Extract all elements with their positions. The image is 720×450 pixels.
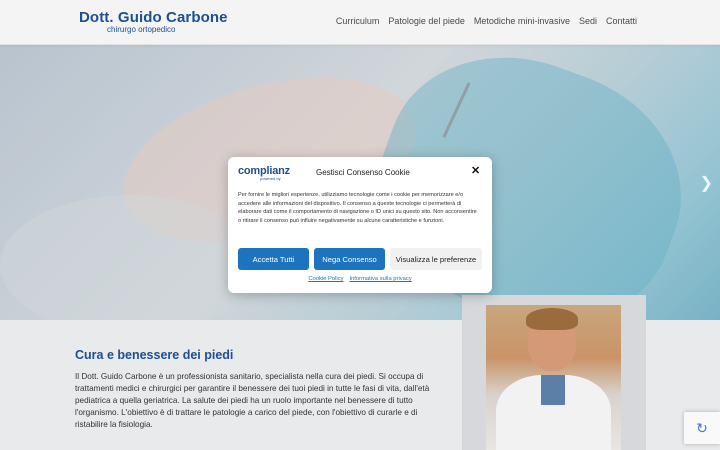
view-preferences-button[interactable]: Visualizza le preferenze bbox=[390, 248, 482, 270]
cookie-consent-modal: complianz powered by Gestisci Consenso C… bbox=[228, 157, 492, 293]
modal-title: Gestisci Consenso Cookie bbox=[316, 168, 410, 177]
accept-all-button[interactable]: Accetta Tutti bbox=[238, 248, 309, 270]
consent-text: Per fornire le migliori esperienze, util… bbox=[238, 192, 477, 224]
consent-links: Cookie Policy Informativa sulla privacy bbox=[228, 276, 492, 282]
close-icon[interactable]: ✕ bbox=[471, 166, 480, 177]
cookie-policy-link[interactable]: Cookie Policy bbox=[308, 276, 343, 282]
privacy-policy-link[interactable]: Informativa sulla privacy bbox=[349, 276, 411, 282]
deny-consent-button[interactable]: Nega Consenso bbox=[314, 248, 385, 270]
complianz-logo: complianz powered by bbox=[238, 165, 290, 181]
